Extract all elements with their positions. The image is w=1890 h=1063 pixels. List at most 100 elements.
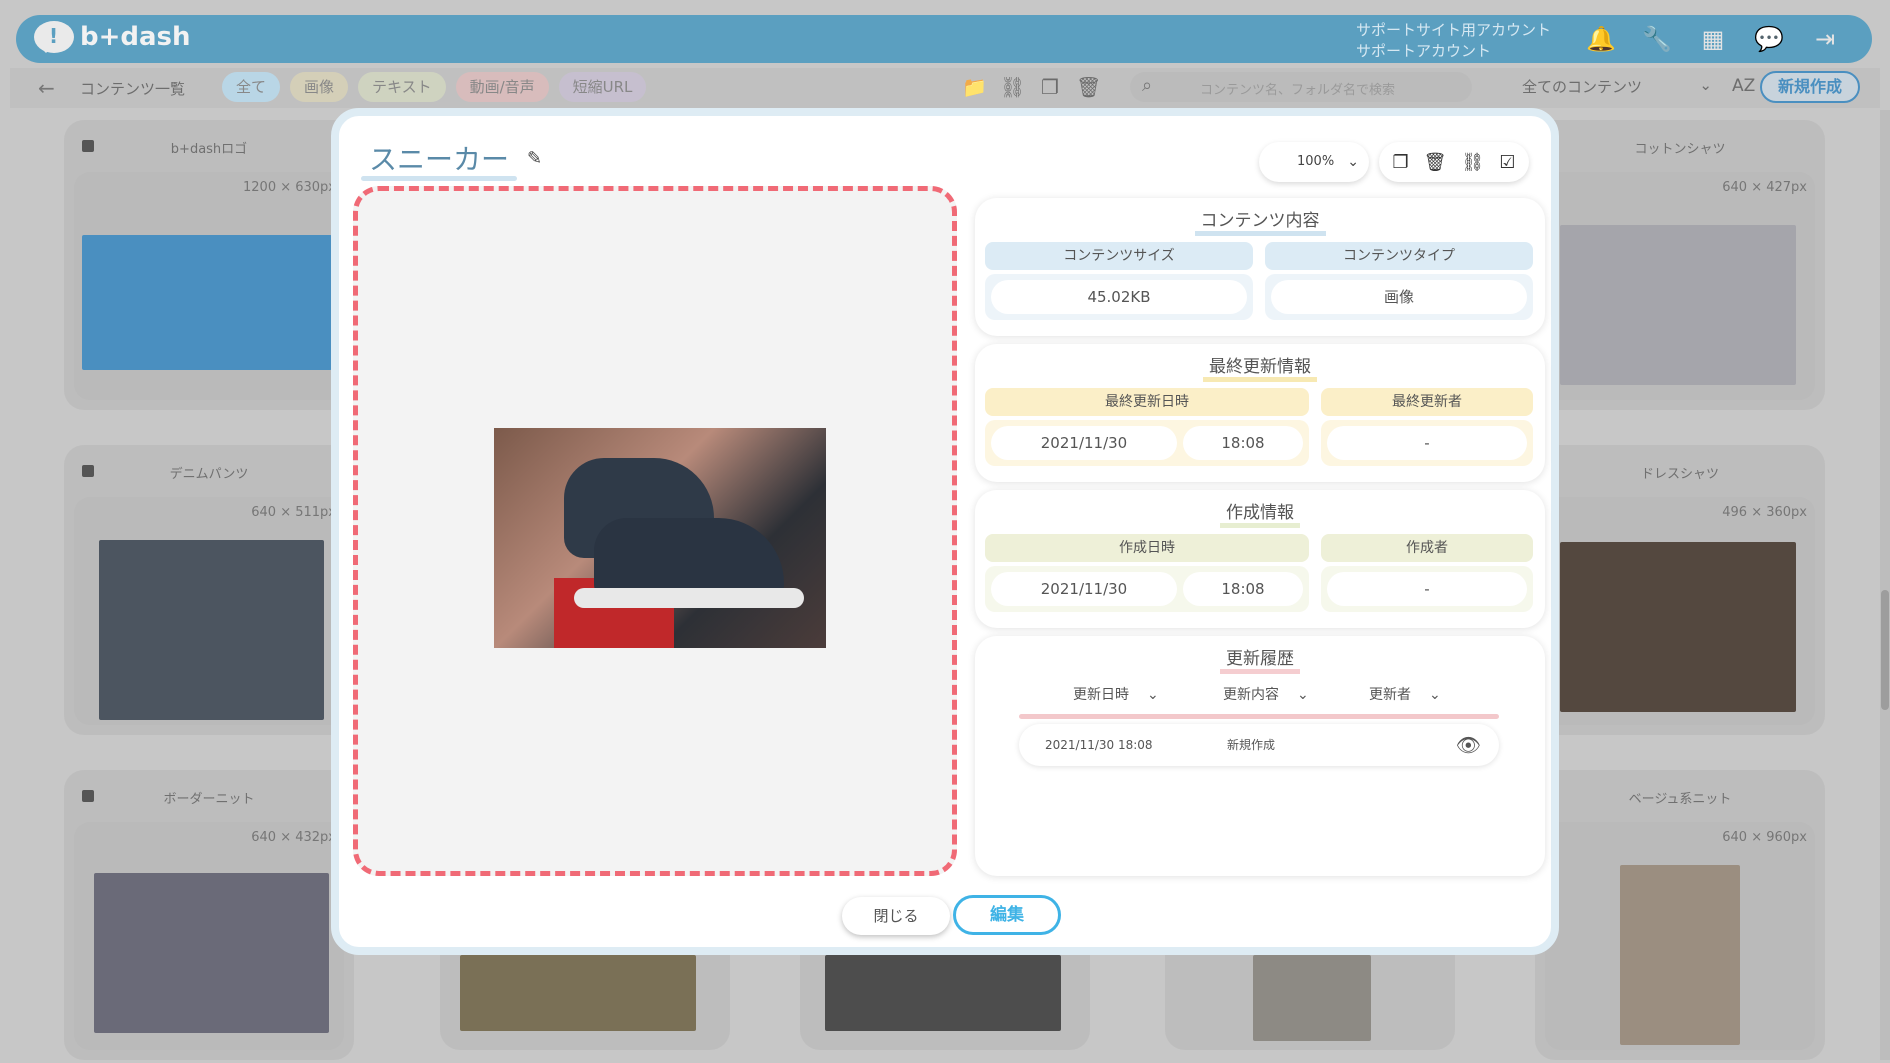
copy-icon[interactable]: ❐	[1038, 74, 1062, 100]
tab-image[interactable]: 画像	[290, 72, 349, 102]
updated-date-label: 最終更新日時	[985, 388, 1309, 416]
content-card[interactable]: ドレスシャツ 496 × 360px	[1535, 445, 1825, 735]
updated-time: 18:08	[1183, 426, 1303, 460]
chevron-down-icon: ⌄	[1147, 687, 1159, 703]
thumbnail	[1560, 542, 1796, 712]
trash-icon[interactable]: 🗑	[1424, 152, 1447, 173]
content-card[interactable]: b+dashロゴ 1200 × 630px	[64, 120, 354, 410]
logo[interactable]: ! b+dash	[34, 21, 191, 53]
chevron-down-icon: ⌄	[1347, 154, 1359, 170]
chevron-down-icon: ⌄	[1699, 76, 1712, 94]
search-field[interactable]: ⌕ コンテンツ名、フォルダ名で検索	[1130, 72, 1472, 102]
content-filter-select[interactable]: 全てのコンテンツ ⌄	[1522, 76, 1712, 100]
tab-all[interactable]: 全て	[222, 72, 281, 102]
content-card[interactable]: デニムパンツ 640 × 511px	[64, 445, 354, 735]
close-button[interactable]: 閉じる	[842, 897, 950, 935]
edit-button[interactable]: 編集	[953, 895, 1061, 935]
card-size: 640 × 511px	[251, 505, 336, 520]
logo-text: b+dash	[80, 22, 191, 52]
pencil-icon[interactable]: ✎	[527, 148, 542, 169]
card-title: ベージュ系ニット	[1628, 792, 1732, 807]
copy-icon[interactable]: ❐	[1393, 152, 1409, 173]
created-panel: 作成情報 作成日時 作成者 2021/11/30 18:08 -	[975, 490, 1545, 628]
created-user: -	[1327, 572, 1527, 606]
updated-date: 2021/11/30	[991, 426, 1177, 460]
bell-icon[interactable]: 🔔	[1586, 24, 1616, 54]
history-col-content[interactable]: 更新内容 ⌄	[1223, 684, 1309, 704]
card-title: デニムパンツ	[169, 467, 249, 482]
image-preview	[353, 186, 957, 876]
account-line1: サポートサイト用アカウント	[1356, 21, 1552, 39]
history-panel: 更新履歴 更新日時 ⌄ 更新内容 ⌄ 更新者 ⌄ 2021/11/30 18:08 新…	[975, 636, 1545, 876]
type-label: コンテンツタイプ	[1265, 242, 1533, 270]
logout-icon[interactable]: ⇥	[1810, 24, 1840, 54]
content-filter-value: 全てのコンテンツ	[1522, 78, 1643, 96]
scrollbar[interactable]	[1880, 110, 1890, 1060]
history-col-user[interactable]: 更新者 ⌄	[1369, 684, 1441, 704]
content-toolbar: ← コンテンツ一覧 全て 画像 テキスト 動画/音声 短縮URL 📁 ⛓ ❐ 🗑…	[10, 68, 1880, 108]
panel-title: コンテンツ内容	[1194, 211, 1326, 236]
logo-bubble-icon: !	[34, 21, 74, 53]
card-title: コットンシャツ	[1634, 142, 1726, 157]
created-date: 2021/11/30	[991, 572, 1177, 606]
card-size: 1200 × 630px	[243, 180, 336, 195]
history-col-date[interactable]: 更新日時 ⌄	[1073, 684, 1159, 704]
page-title: コンテンツ一覧	[80, 80, 186, 98]
sort-az-icon[interactable]: AZ	[1732, 76, 1755, 96]
eye-icon[interactable]: 👁	[1456, 724, 1481, 766]
trash-icon[interactable]: 🗑	[1076, 74, 1101, 100]
history-content: 新規作成	[1227, 738, 1276, 752]
created-date-label: 作成日時	[985, 534, 1309, 562]
chevron-down-icon: ⌄	[1297, 687, 1309, 703]
apps-grid-icon[interactable]: ▦	[1698, 24, 1728, 54]
wrench-icon[interactable]: 🔧	[1642, 24, 1672, 54]
card-size: 640 × 427px	[1722, 180, 1807, 195]
content-card[interactable]: ボーダーニット 640 × 432px	[64, 770, 354, 1060]
updated-user-label: 最終更新者	[1321, 388, 1533, 416]
size-value: 45.02KB	[991, 280, 1247, 314]
checkbox-icon[interactable]: ☑	[1499, 152, 1515, 173]
last-updated-panel: 最終更新情報 最終更新日時 最終更新者 2021/11/30 18:08 -	[975, 344, 1545, 482]
new-button[interactable]: 新規作成	[1760, 71, 1860, 103]
chat-bubble-icon[interactable]: 💬	[1754, 24, 1784, 54]
card-size: 640 × 432px	[251, 830, 336, 845]
type-value: 画像	[1271, 280, 1527, 314]
link-icon[interactable]: ⛓	[1000, 74, 1025, 100]
chevron-down-icon: ⌄	[1429, 687, 1441, 703]
folder-add-icon[interactable]: 📁	[962, 74, 987, 100]
size-label: コンテンツサイズ	[985, 242, 1253, 270]
account-info[interactable]: サポートサイト用アカウント サポートアカウント	[1356, 20, 1551, 62]
zoom-value: 100%	[1297, 154, 1335, 169]
card-title: ボーダーニット	[163, 792, 255, 807]
panel-title: 作成情報	[1220, 503, 1300, 528]
arrow-left-icon[interactable]: ←	[38, 76, 55, 100]
thumbnail	[1620, 865, 1740, 1045]
zoom-select[interactable]: 100% ⌄	[1259, 142, 1369, 182]
search-input[interactable]: コンテンツ名、フォルダ名で検索	[1200, 79, 1395, 98]
thumbnail	[99, 540, 324, 720]
content-detail-dialog: スニーカー ✎ 100% ⌄ ❐ 🗑 ⛓ ☑ コンテンツ内容 コンテンツサイズ …	[331, 108, 1559, 955]
card-size: 496 × 360px	[1722, 505, 1807, 520]
link-icon[interactable]: ⛓	[1462, 152, 1485, 173]
sneaker-image	[494, 428, 826, 648]
thumbnail	[82, 235, 332, 370]
history-datetime: 2021/11/30 18:08	[1045, 738, 1153, 752]
history-row[interactable]: 2021/11/30 18:08 新規作成 👁	[1019, 724, 1499, 766]
panel-title: 更新履歴	[1220, 649, 1300, 674]
thumbnail	[1560, 225, 1796, 385]
content-info-panel: コンテンツ内容 コンテンツサイズ コンテンツタイプ 45.02KB 画像	[975, 198, 1545, 336]
modal-toolbar: ❐ 🗑 ⛓ ☑	[1379, 142, 1529, 182]
content-title: スニーカー	[369, 143, 510, 176]
thumbnail	[94, 873, 329, 1033]
tab-media[interactable]: 動画/音声	[455, 72, 549, 102]
app-header: ! b+dash サポートサイト用アカウント サポートアカウント 🔔 🔧 ▦ 💬…	[16, 15, 1872, 63]
updated-user: -	[1327, 426, 1527, 460]
tab-text[interactable]: テキスト	[358, 72, 446, 102]
tab-short-url[interactable]: 短縮URL	[558, 72, 647, 102]
panel-title: 最終更新情報	[1203, 357, 1317, 382]
created-user-label: 作成者	[1321, 534, 1533, 562]
card-size: 640 × 960px	[1722, 830, 1807, 845]
content-card[interactable]: ベージュ系ニット 640 × 960px	[1535, 770, 1825, 1060]
created-time: 18:08	[1183, 572, 1303, 606]
content-card[interactable]: コットンシャツ 640 × 427px	[1535, 120, 1825, 410]
